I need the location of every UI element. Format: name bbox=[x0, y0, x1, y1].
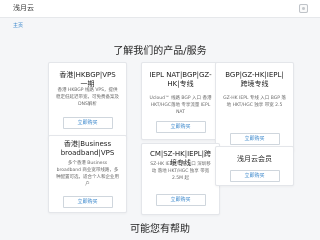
product-card-hk-bgp-vps: 香港|HKBGP|VPS 一期 香港 HKBGP 线路 VPS，提供稳定低延迟带… bbox=[48, 62, 127, 140]
breadcrumb[interactable]: 主页 bbox=[13, 22, 23, 29]
buy-button[interactable]: 立即购买 bbox=[62, 117, 113, 129]
card-description: SZ-HK IEPL 专线 入口 深圳移动 落地 HKT/HGC 独享 带宽 2… bbox=[150, 162, 211, 181]
buy-button[interactable]: 立即购买 bbox=[155, 194, 206, 206]
top-navbar: 浅月云 bbox=[0, 0, 320, 18]
card-description: Ucloud™ 线路 BGP 入口 香港HKT/HGC落地 专享流量 IEPL … bbox=[149, 96, 212, 115]
product-card-iepl-nat: IEPL NAT|BGP|GZ-HK|专线 Ucloud™ 线路 BGP 入口 … bbox=[141, 62, 220, 140]
product-card-bgp-gz-hk: BGP|GZ-HK|IEPL|跨境专线 GZ-HK IEPL 专线 入口 BGP… bbox=[215, 62, 294, 152]
card-description: 多个香港 Business broadband 商业宽带线路，多种配置可选，适合… bbox=[56, 161, 119, 187]
card-title: BGP|GZ-HK|IEPL|跨境专线 bbox=[225, 71, 284, 88]
buy-button[interactable]: 立即购买 bbox=[62, 196, 113, 208]
card-title: IEPL NAT|BGP|GZ-HK|专线 bbox=[149, 71, 212, 88]
buy-button[interactable]: 立即购买 bbox=[155, 121, 206, 133]
user-icon[interactable] bbox=[299, 4, 308, 13]
card-description: 香港 HKBGP 线路 VPS，提供稳定低延迟带宽，可免费备案及DNS解析 bbox=[56, 88, 119, 107]
buy-button[interactable]: 立即购买 bbox=[229, 170, 280, 182]
products-section-title: 了解我们的产品/服务 bbox=[113, 46, 207, 57]
card-description: GZ-HK IEPL 专线 入口 BGP 落地 HKT/HGC 独享 带宽 2.… bbox=[223, 96, 286, 108]
help-section-title: 可能您有帮助 bbox=[130, 224, 190, 235]
site-logo[interactable]: 浅月云 bbox=[13, 3, 34, 13]
product-card-hk-business-broadband: 香港|Business broadband|VPS 多个香港 Business … bbox=[48, 135, 127, 213]
card-title: 香港|Business broadband|VPS bbox=[60, 140, 115, 157]
card-title: 浅月云会员 bbox=[237, 155, 272, 163]
product-card-membership: 浅月云会员 立即购买 bbox=[215, 146, 294, 186]
buy-button[interactable]: 立即购买 bbox=[229, 133, 280, 145]
product-card-cm-sz-hk: CM|SZ-HK|IEPL|跨境专线 SZ-HK IEPL 专线 入口 深圳移动… bbox=[141, 143, 220, 215]
